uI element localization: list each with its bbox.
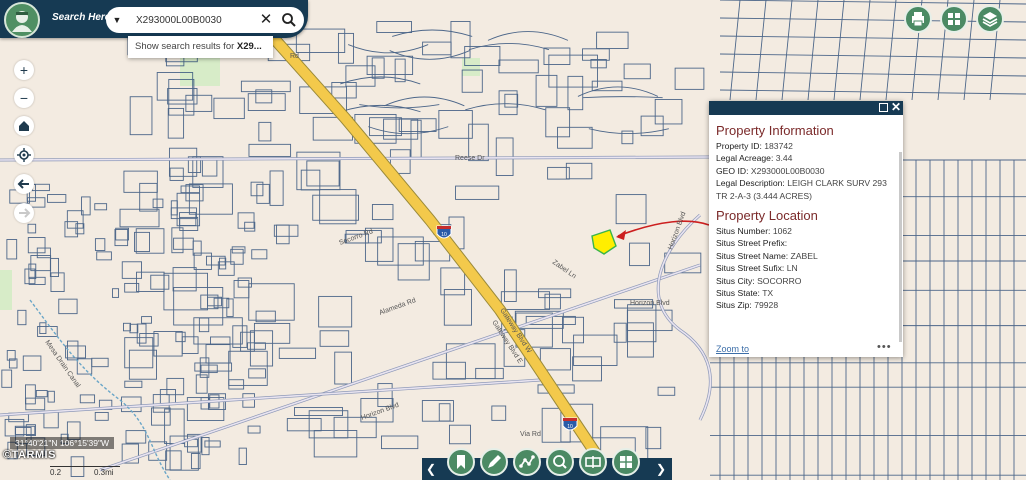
scale-bar bbox=[50, 466, 120, 467]
basemap-gallery-button[interactable] bbox=[940, 5, 968, 33]
maximize-icon[interactable] bbox=[879, 103, 888, 112]
popup-header: ✕ bbox=[709, 100, 903, 115]
field-label: Situs Street Sufix: bbox=[716, 263, 785, 274]
field-label: Situs City: bbox=[716, 275, 755, 286]
more-options-icon[interactable]: ••• bbox=[877, 341, 892, 353]
locate-icon bbox=[17, 148, 31, 162]
field-value: 79928 bbox=[754, 300, 779, 311]
clear-search-icon[interactable]: ✕ bbox=[258, 11, 274, 29]
interstate-shield: 10 bbox=[436, 225, 452, 239]
select-parcel-icon bbox=[620, 456, 632, 468]
field-label: Legal Description: bbox=[716, 178, 785, 189]
search-source-dropdown[interactable]: ▼ bbox=[108, 11, 126, 29]
street-label: Horizon Blvd bbox=[630, 300, 670, 307]
print-button[interactable] bbox=[904, 5, 932, 33]
svg-text:10: 10 bbox=[441, 232, 447, 238]
popup-field-row: Legal Acreage: 3.44 bbox=[716, 152, 896, 164]
home-button[interactable] bbox=[14, 116, 34, 136]
field-label: Legal Acreage: bbox=[716, 153, 774, 164]
field-label: Situs Zip: bbox=[716, 300, 752, 311]
street-label: Via Rd bbox=[520, 431, 541, 438]
park-area bbox=[180, 58, 220, 86]
toolbar-next-icon[interactable]: ❯ bbox=[656, 462, 666, 476]
field-value: 183742 bbox=[764, 141, 793, 151]
scale-label: 0.2 bbox=[50, 468, 62, 477]
home-icon bbox=[19, 121, 29, 131]
popup-field-row: Situs State: TX bbox=[716, 287, 896, 299]
measure-button[interactable] bbox=[513, 448, 541, 476]
popup-field-row: Situs Street Prefix: bbox=[716, 237, 896, 249]
field-label: Situs State: bbox=[716, 288, 760, 299]
field-label: Property ID: bbox=[716, 141, 762, 151]
draw-button[interactable] bbox=[480, 448, 508, 476]
search-icon[interactable] bbox=[280, 11, 298, 29]
search-input[interactable] bbox=[130, 11, 256, 29]
popup-field-row: Legal Description: LEIGH CLARK SURV 293 … bbox=[716, 177, 896, 202]
minus-icon: − bbox=[19, 90, 29, 106]
plus-icon: + bbox=[19, 62, 29, 78]
swipe-icon bbox=[585, 456, 601, 468]
field-label: GEO ID: bbox=[716, 165, 749, 176]
next-extent-button[interactable] bbox=[14, 203, 34, 223]
field-label: Situs Number: bbox=[716, 226, 771, 237]
brand-watermark: ©TARMIS bbox=[3, 449, 56, 461]
search-label: Search Here: bbox=[52, 12, 114, 23]
property-location-title: Property Location bbox=[716, 208, 818, 224]
close-icon[interactable]: ✕ bbox=[891, 100, 901, 114]
select-parcel-button[interactable] bbox=[612, 448, 640, 476]
zoom-in-button[interactable]: + bbox=[14, 60, 34, 80]
popup-field-row: Situs Number: 1062 bbox=[716, 225, 896, 237]
property-popup: ✕ Property Information Property ID: 1837… bbox=[709, 100, 903, 357]
measure-icon bbox=[519, 455, 535, 468]
scale-label: 0.3mi bbox=[94, 468, 114, 477]
layers-button[interactable] bbox=[976, 5, 1004, 33]
field-value: TX bbox=[762, 288, 774, 299]
park-area bbox=[0, 270, 12, 310]
field-value: 1062 bbox=[772, 226, 792, 237]
field-label: Situs Street Prefix: bbox=[716, 238, 788, 249]
popup-field-row: Property ID: 183742 bbox=[716, 140, 896, 152]
popup-content: Property Information Property ID: 183742… bbox=[716, 123, 896, 312]
field-value: ZABEL bbox=[790, 250, 818, 261]
field-value: LN bbox=[786, 263, 798, 274]
locate-button[interactable] bbox=[14, 145, 34, 165]
field-value: SOCORRO bbox=[757, 275, 802, 286]
popup-scrollbar[interactable] bbox=[899, 152, 902, 342]
street-label: Reese Dr bbox=[455, 155, 485, 162]
property-information-title: Property Information bbox=[716, 123, 834, 138]
bookmark-button[interactable] bbox=[447, 448, 475, 476]
draw-icon bbox=[488, 455, 501, 468]
zoom-to-link[interactable]: Zoom to bbox=[716, 344, 749, 354]
zoom-search-icon bbox=[553, 455, 567, 469]
field-label: Situs Street Name: bbox=[716, 250, 789, 261]
field-value: X293000L00B0030 bbox=[750, 165, 825, 176]
popup-field-row: Situs Street Sufix: LN bbox=[716, 262, 896, 274]
field-value: 3.44 bbox=[775, 153, 793, 164]
basemap-grid-icon bbox=[948, 13, 960, 25]
app-logo-icon[interactable] bbox=[4, 2, 40, 38]
popup-field-row: Situs City: SOCORRO bbox=[716, 275, 896, 287]
popup-field-row: Situs Zip: 79928 bbox=[716, 299, 896, 311]
search-suggestion[interactable]: Show search results for X29... bbox=[128, 36, 273, 58]
previous-extent-button[interactable] bbox=[14, 174, 34, 194]
zoom-out-button[interactable]: − bbox=[14, 88, 34, 108]
zoom-search-button[interactable] bbox=[546, 448, 574, 476]
bookmark-icon bbox=[457, 455, 465, 469]
svg-text:10: 10 bbox=[567, 424, 573, 430]
print-icon bbox=[912, 12, 924, 27]
swipe-button[interactable] bbox=[579, 448, 607, 476]
back-arrow-icon bbox=[17, 179, 29, 189]
street-label: Rd bbox=[290, 53, 299, 60]
popup-field-row: Situs Street Name: ZABEL bbox=[716, 250, 896, 262]
toolbar-prev-icon[interactable]: ❮ bbox=[426, 462, 436, 476]
interstate-shield: 10 bbox=[562, 417, 578, 431]
popup-field-row: GEO ID: X293000L00B0030 bbox=[716, 165, 896, 177]
forward-arrow-icon bbox=[19, 208, 31, 218]
coordinate-readout: 31°40'21"N 106°15'39"W bbox=[10, 437, 115, 449]
layers-icon bbox=[982, 12, 998, 27]
